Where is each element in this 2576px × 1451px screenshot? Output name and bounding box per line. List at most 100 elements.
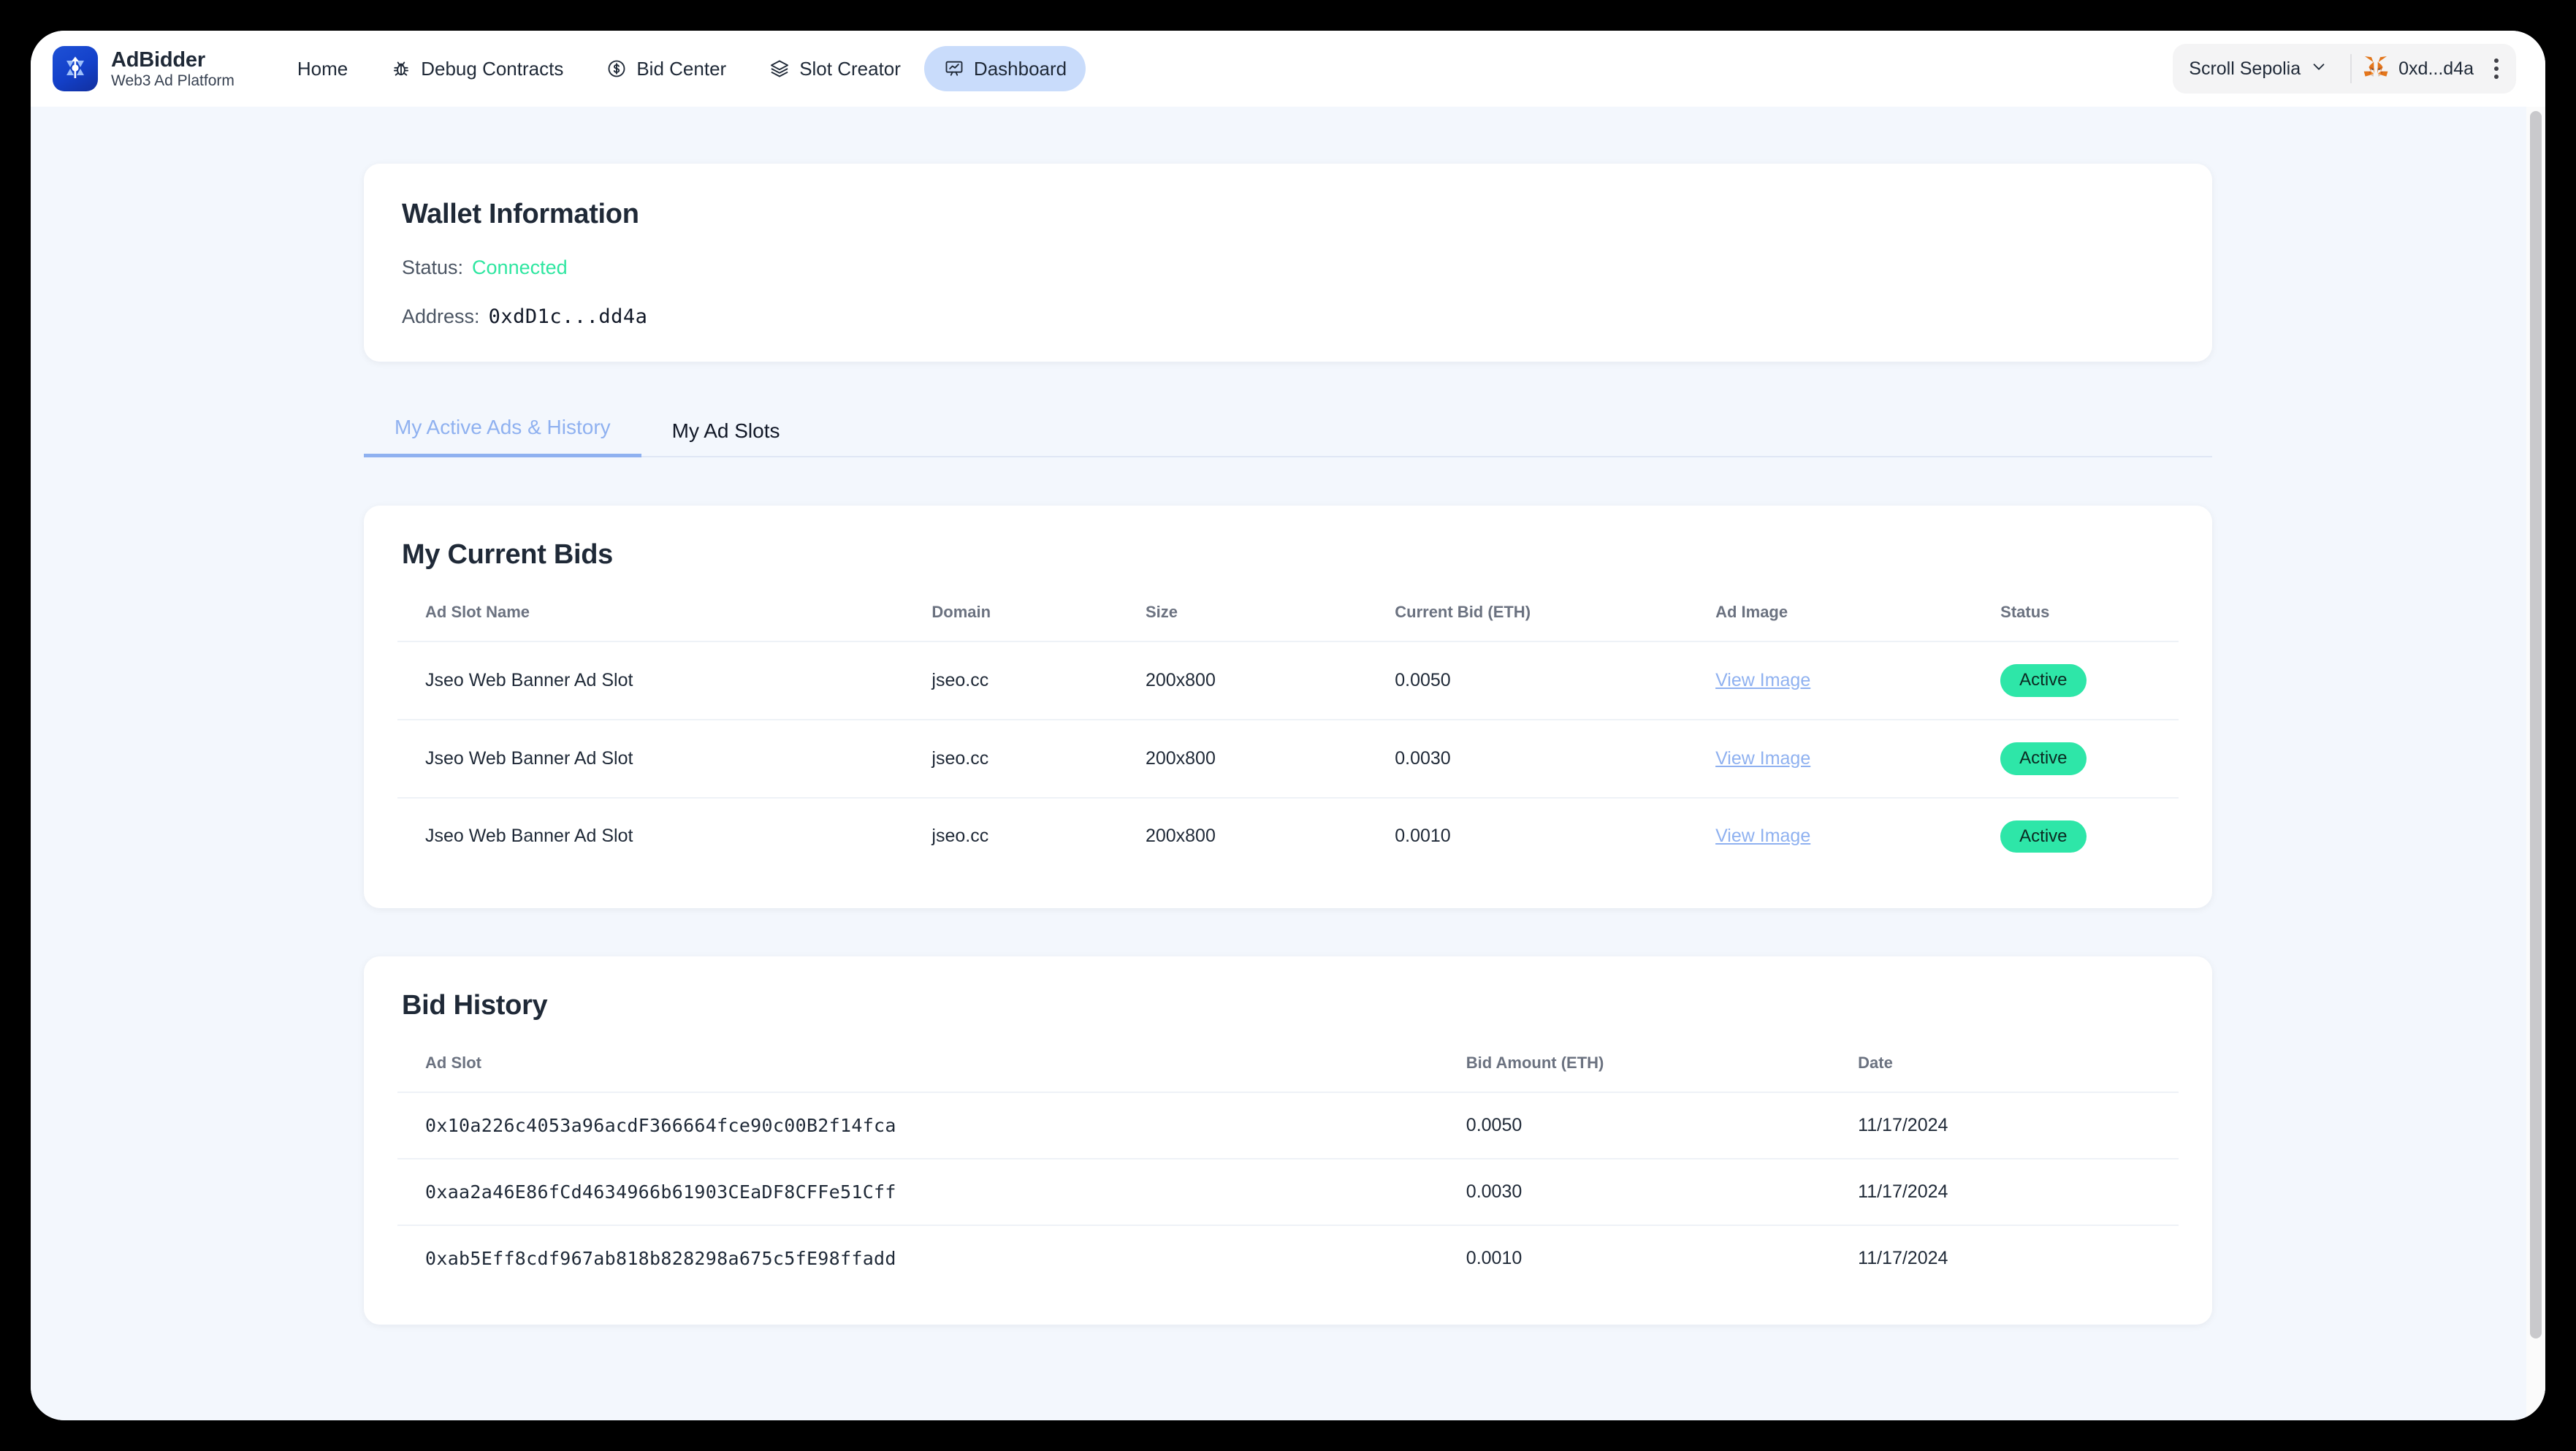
divider <box>2350 54 2352 83</box>
view-image-link[interactable]: View Image <box>1715 826 1810 846</box>
col-status: Status <box>2000 603 2050 621</box>
cell-bid-amount: 0.0050 <box>1466 1092 1859 1159</box>
nav-right-group: Scroll Sepolia 0xd...d4a <box>2173 44 2516 94</box>
network-selector[interactable]: Scroll Sepolia <box>2189 58 2339 80</box>
table-row: 0xaa2a46E86fCd4634966b61903CEaDF8CFFe51C… <box>397 1158 2179 1226</box>
table-row: Jseo Web Banner Ad Slot jseo.cc 200x800 … <box>397 641 2179 720</box>
cell-ad-slot-name: Jseo Web Banner Ad Slot <box>397 641 932 720</box>
table-row: Jseo Web Banner Ad Slot jseo.cc 200x800 … <box>397 796 2179 875</box>
cell-date: 11/17/2024 <box>1858 1092 2179 1159</box>
table-row: 0x10a226c4053a96acdF366664fce90c00B2f14f… <box>397 1092 2179 1159</box>
wallet-card-title: Wallet Information <box>402 199 639 229</box>
nav-item-debug-contracts[interactable]: Debug Contracts <box>371 46 582 91</box>
network-label: Scroll Sepolia <box>2189 58 2301 79</box>
cell-ad-image: View Image <box>1715 718 2001 798</box>
cell-ad-slot-address: 0xab5Eff8cdf967ab818b828298a675c5fE98ffa… <box>397 1225 1466 1292</box>
cell-status: Active <box>2000 641 2179 720</box>
cell-ad-slot-name: Jseo Web Banner Ad Slot <box>397 718 932 798</box>
wallet-address-row: Address: 0xdD1c...dd4a <box>402 305 2174 328</box>
cell-size: 200x800 <box>1145 718 1395 798</box>
cell-ad-slot-address: 0x10a226c4053a96acdF366664fce90c00B2f14f… <box>397 1092 1466 1159</box>
dollar-circle-icon <box>606 58 628 80</box>
account-address-label: 0xd...d4a <box>2398 58 2474 79</box>
nav-label-slot-creator: Slot Creator <box>799 57 901 80</box>
adbidder-logo-icon <box>53 46 98 91</box>
layers-icon <box>769 58 790 80</box>
account-chip[interactable]: 0xd...d4a <box>2363 55 2474 83</box>
page-scrollbar[interactable] <box>2526 107 2545 1420</box>
presentation-chart-icon <box>943 58 965 80</box>
chevron-down-icon <box>2311 58 2327 80</box>
my-current-bids-title: My Current Bids <box>402 539 613 570</box>
nav-label-debug-contracts: Debug Contracts <box>421 57 564 80</box>
status-badge: Active <box>2000 664 2087 697</box>
page-content: Wallet Information Status: Connected Add… <box>364 107 2212 1325</box>
dashboard-tabs: My Active Ads & History My Ad Slots <box>364 414 2212 457</box>
kebab-menu-icon[interactable] <box>2487 54 2506 83</box>
nav-label-dashboard: Dashboard <box>973 57 1067 80</box>
tab-my-ad-slots[interactable]: My Ad Slots <box>641 419 811 457</box>
wallet-address-label: Address: <box>402 305 480 327</box>
wallet-address-value: 0xdD1c...dd4a <box>488 305 648 328</box>
cell-ad-slot-name: Jseo Web Banner Ad Slot <box>397 796 932 875</box>
col-domain: Domain <box>931 603 991 621</box>
nav-label-bid-center: Bid Center <box>636 57 727 80</box>
nav-label-home: Home <box>297 57 348 80</box>
col-ad-slot: Ad Slot <box>425 1054 481 1073</box>
top-navigation-bar: AdBidder Web3 Ad Platform Home Debug Con… <box>31 31 2545 107</box>
cell-ad-slot-address: 0xaa2a46E86fCd4634966b61903CEaDF8CFFe51C… <box>397 1158 1466 1226</box>
cell-domain: jseo.cc <box>931 796 1146 875</box>
col-bid-amount: Bid Amount (ETH) <box>1466 1054 1604 1073</box>
table-header-row: Ad Slot Bid Amount (ETH) Date <box>397 1054 2179 1092</box>
wallet-status-label: Status: <box>402 256 464 278</box>
tab-my-active-ads-and-history[interactable]: My Active Ads & History <box>364 416 641 457</box>
cell-domain: jseo.cc <box>931 641 1146 720</box>
bid-history-table: Ad Slot Bid Amount (ETH) Date 0x10a226c4… <box>397 1054 2179 1292</box>
cell-date: 11/17/2024 <box>1858 1225 2179 1292</box>
col-date: Date <box>1858 1054 1893 1073</box>
brand-text: AdBidder Web3 Ad Platform <box>111 47 235 91</box>
brand-logo-group[interactable]: AdBidder Web3 Ad Platform <box>53 46 235 91</box>
cell-date: 11/17/2024 <box>1858 1158 2179 1226</box>
cell-ad-image: View Image <box>1715 796 2001 875</box>
cell-domain: jseo.cc <box>931 718 1146 798</box>
col-current-bid: Current Bid (ETH) <box>1395 603 1531 621</box>
cell-status: Active <box>2000 796 2179 875</box>
wallet-cluster: Scroll Sepolia 0xd...d4a <box>2173 44 2516 94</box>
nav-item-slot-creator[interactable]: Slot Creator <box>750 46 920 91</box>
my-current-bids-table: Ad Slot Name Domain Size Current Bid (ET… <box>397 603 2179 875</box>
cell-current-bid: 0.0050 <box>1395 641 1716 720</box>
cell-current-bid: 0.0010 <box>1395 796 1716 875</box>
wallet-information-card: Wallet Information Status: Connected Add… <box>364 164 2212 362</box>
nav-item-home[interactable]: Home <box>278 46 367 91</box>
cell-ad-image: View Image <box>1715 641 2001 720</box>
wallet-status-value: Connected <box>472 256 568 278</box>
bid-history-card: Bid History Ad Slot Bid Amount (ETH) Dat… <box>364 956 2212 1325</box>
brand-subtitle: Web3 Ad Platform <box>111 72 235 89</box>
cell-bid-amount: 0.0030 <box>1466 1158 1859 1226</box>
bug-icon <box>390 58 412 80</box>
wallet-status-row: Status: Connected <box>402 256 2174 279</box>
status-badge: Active <box>2000 742 2087 775</box>
table-header-row: Ad Slot Name Domain Size Current Bid (ET… <box>397 603 2179 641</box>
my-current-bids-card: My Current Bids Ad Slot Name Domain Size… <box>364 506 2212 909</box>
view-image-link[interactable]: View Image <box>1715 670 1810 690</box>
status-badge: Active <box>2000 820 2087 853</box>
nav-links: Home Debug Contracts Bid Center Slot Cre… <box>278 46 1086 91</box>
browser-window: AdBidder Web3 Ad Platform Home Debug Con… <box>31 31 2545 1420</box>
bid-history-title: Bid History <box>402 990 548 1021</box>
scrollbar-thumb[interactable] <box>2530 111 2542 1338</box>
nav-item-bid-center[interactable]: Bid Center <box>587 46 745 91</box>
col-size: Size <box>1145 603 1178 621</box>
cell-status: Active <box>2000 718 2179 798</box>
brand-name: AdBidder <box>111 47 205 72</box>
view-image-link[interactable]: View Image <box>1715 748 1810 769</box>
metamask-fox-icon <box>2363 55 2388 83</box>
cell-current-bid: 0.0030 <box>1395 718 1716 798</box>
cell-bid-amount: 0.0010 <box>1466 1225 1859 1292</box>
table-row: 0xab5Eff8cdf967ab818b828298a675c5fE98ffa… <box>397 1225 2179 1292</box>
page-scroll-area: Wallet Information Status: Connected Add… <box>31 107 2545 1420</box>
nav-item-dashboard[interactable]: Dashboard <box>923 46 1086 91</box>
cell-size: 200x800 <box>1145 796 1395 875</box>
cell-size: 200x800 <box>1145 641 1395 720</box>
